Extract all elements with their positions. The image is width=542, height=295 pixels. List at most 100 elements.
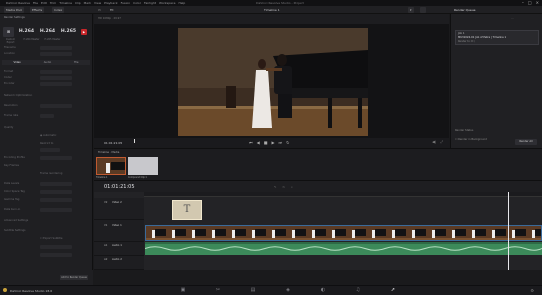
menu-item-view[interactable]: View	[94, 1, 101, 5]
deliver-page-icon[interactable]: ➚	[390, 288, 396, 293]
color-page-icon[interactable]: ◐	[320, 288, 326, 293]
maximize-icon[interactable]: □	[528, 0, 532, 5]
burnin-select[interactable]	[40, 208, 72, 212]
profile-select[interactable]	[40, 156, 72, 160]
menu-item-timeline[interactable]: Timeline	[59, 1, 72, 5]
settings-icon[interactable]: ⚙	[530, 288, 534, 293]
close-icon[interactable]: ×	[536, 0, 539, 5]
audio-clip-a1[interactable]	[145, 242, 542, 255]
minimize-icon[interactable]: –	[522, 0, 524, 5]
play-reverse-icon[interactable]: ◀	[257, 140, 260, 145]
tab-audio[interactable]: Audio	[44, 60, 51, 65]
render-all-button[interactable]: Render All	[515, 139, 537, 145]
viewer-header: HD 1080p · 29.97	[94, 14, 449, 24]
setting-label: Frame reordering	[40, 172, 63, 175]
setting-label[interactable]: Subtitle Settings	[4, 229, 25, 233]
timeline-ruler[interactable]	[144, 192, 542, 197]
zoom-icon[interactable]: ▭	[96, 7, 103, 13]
preset-h264[interactable]: H.264	[18, 27, 35, 37]
menu-item-playback[interactable]: Playback	[104, 1, 117, 5]
preset-label: Custom Export	[5, 38, 16, 44]
fullscreen-icon[interactable]: ⤢	[440, 140, 443, 144]
media-pool-button[interactable]: Media Pool	[4, 7, 25, 13]
edit-page-icon[interactable]: ▤	[250, 288, 256, 293]
clip-thumbnail-image	[97, 158, 125, 174]
color-space-select[interactable]	[40, 190, 72, 194]
clip-thumbnail[interactable]	[128, 157, 158, 175]
loop-icon[interactable]: ↻	[286, 140, 289, 145]
video-clip[interactable]	[145, 225, 542, 241]
custom-export-icon[interactable]: ⊞	[3, 27, 14, 37]
preset-h264-master[interactable]: H.264	[39, 27, 56, 37]
track-id: A2	[104, 258, 108, 261]
violin-performance-image	[178, 28, 368, 136]
effects-button[interactable]: Effects	[30, 7, 45, 13]
play-icon[interactable]: ▶	[271, 140, 274, 145]
codec-select[interactable]	[40, 76, 72, 80]
cut-page-icon[interactable]: ✂	[215, 288, 221, 293]
playhead[interactable]	[508, 192, 509, 270]
preset-h265[interactable]: H.265	[60, 27, 77, 37]
setting-label: Quality	[4, 126, 14, 129]
menu-item-help[interactable]: Help	[178, 1, 185, 5]
menu-item-app[interactable]: DaVinci Resolve	[6, 1, 30, 5]
media-pool: Timeline · Media Timeline 1 Compound Cli…	[94, 148, 542, 180]
page-tabs: ▣ ✂ ▤ ◈ ◐ ♫ ➚	[180, 288, 396, 293]
media-page-icon[interactable]: ▣	[180, 288, 186, 293]
scrubber-handle[interactable]	[134, 139, 135, 143]
gamma-select[interactable]	[40, 198, 72, 202]
render-checkbox[interactable]: ☐ Render in Background	[455, 138, 487, 141]
add-to-queue-button[interactable]: Add to Render Queue	[60, 275, 88, 280]
menu-item-color[interactable]: Color	[133, 1, 141, 5]
zoom-level[interactable]: Fit	[108, 7, 116, 13]
filename-label: Filename	[4, 46, 16, 49]
fusion-page-icon[interactable]: ◈	[285, 288, 291, 293]
window-title: DaVinci Resolve Studio - Project	[256, 1, 304, 5]
skip-back-icon[interactable]: ⏮	[249, 140, 253, 145]
quality-option[interactable]: ◉ Automatic	[40, 134, 56, 138]
text-clip[interactable]: T	[172, 200, 202, 220]
screen-icon[interactable]	[420, 7, 426, 13]
tab-video[interactable]: Video	[14, 60, 21, 65]
zoom-tool-icon[interactable]: ⌕	[291, 185, 293, 189]
track-name: Video 2	[112, 201, 122, 204]
framerate-select[interactable]	[40, 114, 54, 118]
youtube-icon[interactable]: ▶	[81, 29, 87, 35]
format-select[interactable]	[40, 70, 72, 74]
skip-forward-icon[interactable]: ⏭	[279, 140, 283, 145]
page-navigation-bar: DaVinci Resolve Studio 18.6 ▣ ✂ ▤ ◈ ◐ ♫ …	[0, 285, 542, 295]
render-settings-title: Render Settings	[4, 16, 25, 19]
queue-menu-icon[interactable]: ···	[511, 16, 514, 20]
menu-item-mark[interactable]: Mark	[84, 1, 91, 5]
preset-label: H.265 Master	[44, 38, 61, 41]
data-levels-select[interactable]	[40, 182, 72, 186]
encoder-select[interactable]	[40, 82, 72, 86]
timeline-dropdown[interactable]: ▾	[408, 7, 414, 13]
menu-item-edit[interactable]: Edit	[41, 1, 47, 5]
audio-icon[interactable]: ◀)	[432, 140, 436, 144]
location-field[interactable]	[40, 52, 72, 56]
menu-item-trim[interactable]: Trim	[50, 1, 56, 5]
subtitle-mode[interactable]	[40, 253, 72, 257]
menu-item-fairlight[interactable]: Fairlight	[144, 1, 156, 5]
menu-item-clip[interactable]: Clip	[75, 1, 81, 5]
tab-file[interactable]: File	[74, 60, 78, 65]
menu-item-fusion[interactable]: Fusion	[121, 1, 131, 5]
timeline-name: Timeline 1	[264, 8, 280, 12]
index-button[interactable]: Index	[52, 7, 65, 13]
menu-item-file[interactable]: File	[33, 1, 38, 5]
fairlight-page-icon[interactable]: ♫	[355, 288, 361, 293]
selection-tool-icon[interactable]: ↖	[274, 185, 277, 189]
menu-item-workspace[interactable]: Workspace	[159, 1, 175, 5]
clip-thumbnail[interactable]	[96, 157, 126, 175]
stop-icon[interactable]: ■	[264, 140, 268, 145]
blade-tool-icon[interactable]: ✂	[283, 185, 286, 189]
setting-label[interactable]: Advanced Settings	[4, 219, 28, 223]
subtitle-checkbox[interactable]: ☐ Export Subtitle	[40, 237, 62, 241]
filename-field[interactable]	[40, 46, 72, 50]
resolution-select[interactable]	[40, 104, 72, 108]
setting-label: Frame rate	[4, 114, 19, 117]
restrict-field[interactable]	[40, 148, 60, 152]
subtitle-format[interactable]	[40, 245, 72, 249]
render-job-item[interactable]: Job 1 MK31024-01 Job of Petra | Timeline…	[455, 30, 539, 45]
